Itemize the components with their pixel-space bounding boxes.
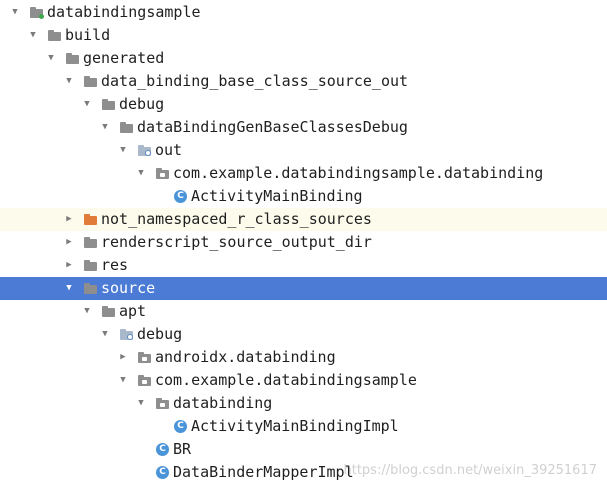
tree-row-label: databinding — [173, 394, 273, 412]
package-icon — [156, 398, 170, 411]
tree-row-not-namespaced[interactable]: ▶ not_namespaced_r_class_sources — [0, 208, 607, 231]
collapse-arrow-icon[interactable]: ▼ — [135, 392, 147, 415]
source-root-folder-icon — [138, 145, 152, 158]
tree-row-databinding[interactable]: ▼ databinding — [0, 392, 607, 415]
tree-row-apt-debug[interactable]: ▼ debug — [0, 323, 607, 346]
module-folder-icon — [30, 7, 44, 20]
tree-row-activity-main-binding[interactable]: C ActivityMainBinding — [0, 185, 607, 208]
class-icon: C — [174, 190, 187, 203]
tree-row-data-binding-base-class-source-out[interactable]: ▼ data_binding_base_class_source_out — [0, 70, 607, 93]
collapse-arrow-icon[interactable]: ▼ — [27, 24, 39, 47]
tree-row-label: debug — [119, 95, 165, 113]
tree-row-br[interactable]: C BR — [0, 438, 607, 461]
tree-row-generated[interactable]: ▼ generated — [0, 47, 607, 70]
source-root-folder-icon — [120, 329, 134, 342]
tree-row-package-app[interactable]: ▼ com.example.databindingsample — [0, 369, 607, 392]
tree-row-package-databinding[interactable]: ▼ com.example.databindingsample.databind… — [0, 162, 607, 185]
tree-row-label: databindingsample — [47, 3, 201, 21]
tree-row-gen-base-classes-debug[interactable]: ▼ dataBindingGenBaseClassesDebug — [0, 116, 607, 139]
collapse-arrow-icon[interactable]: ▼ — [81, 300, 93, 323]
tree-row-label: generated — [83, 49, 165, 67]
class-icon: C — [156, 443, 169, 456]
tree-row-label: DataBinderMapperImpl — [173, 463, 354, 481]
tree-row-debug[interactable]: ▼ debug — [0, 93, 607, 116]
folder-icon — [102, 99, 116, 112]
tree-row-label: not_namespaced_r_class_sources — [101, 210, 372, 228]
collapse-arrow-icon[interactable]: ▼ — [45, 47, 57, 70]
tree-row-label: debug — [137, 325, 183, 343]
tree-row-label: BR — [173, 440, 192, 458]
package-icon — [156, 168, 170, 181]
tree-row-out[interactable]: ▼ out — [0, 139, 607, 162]
collapse-arrow-icon[interactable]: ▼ — [99, 323, 111, 346]
collapse-arrow-icon[interactable]: ▼ — [81, 93, 93, 116]
tree-row-label: res — [101, 256, 129, 274]
expand-arrow-icon[interactable]: ▶ — [63, 231, 75, 254]
tree-row-androidx-databinding[interactable]: ▶ androidx.databinding — [0, 346, 607, 369]
project-tree: ▼ databindingsample ▼ build ▼ generated … — [0, 0, 607, 484]
tree-row-label: com.example.databindingsample — [155, 371, 417, 389]
tree-row-label: apt — [119, 302, 147, 320]
watermark: https://blog.csdn.net/weixin_39251617 — [343, 463, 597, 478]
tree-row-label: out — [155, 141, 183, 159]
tree-row-label: androidx.databinding — [155, 348, 336, 366]
folder-icon — [84, 283, 98, 296]
folder-icon — [102, 306, 116, 319]
collapse-arrow-icon[interactable]: ▼ — [135, 162, 147, 185]
tree-row-renderscript[interactable]: ▶ renderscript_source_output_dir — [0, 231, 607, 254]
tree-row-build[interactable]: ▼ build — [0, 24, 607, 47]
collapse-arrow-icon[interactable]: ▼ — [99, 116, 111, 139]
tree-row-apt[interactable]: ▼ apt — [0, 300, 607, 323]
expand-arrow-icon[interactable]: ▶ — [63, 208, 75, 231]
tree-row-label: dataBindingGenBaseClassesDebug — [137, 118, 408, 136]
tree-row-label: renderscript_source_output_dir — [101, 233, 372, 251]
folder-icon — [120, 122, 134, 135]
collapse-arrow-icon[interactable]: ▼ — [63, 70, 75, 93]
folder-icon — [84, 76, 98, 89]
tree-row-label: source — [101, 279, 156, 297]
collapse-arrow-icon[interactable]: ▼ — [117, 139, 129, 162]
expand-arrow-icon[interactable]: ▶ — [63, 254, 75, 277]
tree-row-activity-main-binding-impl[interactable]: C ActivityMainBindingImpl — [0, 415, 607, 438]
tree-row-res[interactable]: ▶ res — [0, 254, 607, 277]
tree-row-module[interactable]: ▼ databindingsample — [0, 1, 607, 24]
class-icon: C — [156, 466, 169, 479]
package-icon — [138, 352, 152, 365]
class-icon: C — [174, 420, 187, 433]
tree-row-label: com.example.databindingsample.databindin… — [173, 164, 544, 182]
folder-icon — [48, 30, 62, 43]
tree-row-source[interactable]: ▼ source — [0, 277, 607, 300]
expand-arrow-icon[interactable]: ▶ — [117, 346, 129, 369]
tree-row-label: ActivityMainBinding — [191, 187, 363, 205]
folder-icon — [84, 237, 98, 250]
excluded-folder-icon — [84, 214, 98, 227]
collapse-arrow-icon[interactable]: ▼ — [117, 369, 129, 392]
folder-icon — [84, 260, 98, 273]
folder-icon — [66, 53, 80, 66]
tree-row-label: build — [65, 26, 111, 44]
tree-row-label: data_binding_base_class_source_out — [101, 72, 409, 90]
collapse-arrow-icon[interactable]: ▼ — [9, 1, 21, 24]
package-icon — [138, 375, 152, 388]
tree-row-label: ActivityMainBindingImpl — [191, 417, 399, 435]
collapse-arrow-icon[interactable]: ▼ — [63, 277, 75, 300]
